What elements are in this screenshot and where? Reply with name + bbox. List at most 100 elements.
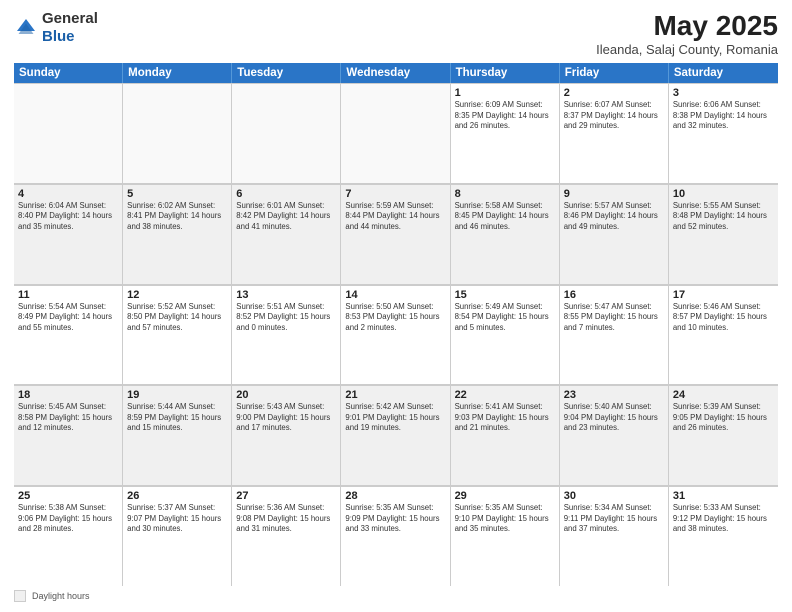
day-info: Sunrise: 5:51 AM Sunset: 8:52 PM Dayligh… bbox=[236, 302, 336, 334]
day-number: 12 bbox=[127, 289, 227, 301]
calendar-cell: 31Sunrise: 5:33 AM Sunset: 9:12 PM Dayli… bbox=[669, 486, 778, 586]
subtitle: Ileanda, Salaj County, Romania bbox=[596, 42, 778, 57]
day-number: 5 bbox=[127, 188, 227, 200]
day-info: Sunrise: 5:39 AM Sunset: 9:05 PM Dayligh… bbox=[673, 402, 774, 434]
calendar-cell: 26Sunrise: 5:37 AM Sunset: 9:07 PM Dayli… bbox=[123, 486, 232, 586]
calendar-cell: 24Sunrise: 5:39 AM Sunset: 9:05 PM Dayli… bbox=[669, 385, 778, 485]
calendar: SundayMondayTuesdayWednesdayThursdayFrid… bbox=[14, 63, 778, 602]
day-info: Sunrise: 5:34 AM Sunset: 9:11 PM Dayligh… bbox=[564, 503, 664, 535]
main-title: May 2025 bbox=[596, 10, 778, 42]
day-info: Sunrise: 5:37 AM Sunset: 9:07 PM Dayligh… bbox=[127, 503, 227, 535]
calendar-cell: 7Sunrise: 5:59 AM Sunset: 8:44 PM Daylig… bbox=[341, 184, 450, 284]
calendar-cell bbox=[14, 83, 123, 183]
calendar-cell bbox=[232, 83, 341, 183]
calendar-cell: 19Sunrise: 5:44 AM Sunset: 8:59 PM Dayli… bbox=[123, 385, 232, 485]
day-info: Sunrise: 5:52 AM Sunset: 8:50 PM Dayligh… bbox=[127, 302, 227, 334]
calendar-cell: 5Sunrise: 6:02 AM Sunset: 8:41 PM Daylig… bbox=[123, 184, 232, 284]
day-number: 31 bbox=[673, 490, 774, 502]
calendar-cell: 27Sunrise: 5:36 AM Sunset: 9:08 PM Dayli… bbox=[232, 486, 341, 586]
day-number: 14 bbox=[345, 289, 445, 301]
day-info: Sunrise: 6:09 AM Sunset: 8:35 PM Dayligh… bbox=[455, 100, 555, 132]
day-info: Sunrise: 5:58 AM Sunset: 8:45 PM Dayligh… bbox=[455, 201, 555, 233]
calendar-cell: 23Sunrise: 5:40 AM Sunset: 9:04 PM Dayli… bbox=[560, 385, 669, 485]
day-info: Sunrise: 5:50 AM Sunset: 8:53 PM Dayligh… bbox=[345, 302, 445, 334]
day-info: Sunrise: 5:36 AM Sunset: 9:08 PM Dayligh… bbox=[236, 503, 336, 535]
calendar-cell: 28Sunrise: 5:35 AM Sunset: 9:09 PM Dayli… bbox=[341, 486, 450, 586]
calendar-cell: 6Sunrise: 6:01 AM Sunset: 8:42 PM Daylig… bbox=[232, 184, 341, 284]
day-info: Sunrise: 5:46 AM Sunset: 8:57 PM Dayligh… bbox=[673, 302, 774, 334]
header-day-friday: Friday bbox=[560, 63, 669, 83]
day-number: 1 bbox=[455, 87, 555, 99]
calendar-cell: 29Sunrise: 5:35 AM Sunset: 9:10 PM Dayli… bbox=[451, 486, 560, 586]
day-info: Sunrise: 5:57 AM Sunset: 8:46 PM Dayligh… bbox=[564, 201, 664, 233]
day-info: Sunrise: 5:54 AM Sunset: 8:49 PM Dayligh… bbox=[18, 302, 118, 334]
calendar-cell bbox=[341, 83, 450, 183]
header: General Blue May 2025 Ileanda, Salaj Cou… bbox=[14, 10, 778, 57]
logo-general: General bbox=[42, 10, 98, 27]
day-info: Sunrise: 6:04 AM Sunset: 8:40 PM Dayligh… bbox=[18, 201, 118, 233]
day-number: 25 bbox=[18, 490, 118, 502]
day-number: 26 bbox=[127, 490, 227, 502]
calendar-cell: 13Sunrise: 5:51 AM Sunset: 8:52 PM Dayli… bbox=[232, 285, 341, 385]
calendar-cell: 2Sunrise: 6:07 AM Sunset: 8:37 PM Daylig… bbox=[560, 83, 669, 183]
legend-box bbox=[14, 590, 26, 602]
calendar-cell: 15Sunrise: 5:49 AM Sunset: 8:54 PM Dayli… bbox=[451, 285, 560, 385]
day-number: 8 bbox=[455, 188, 555, 200]
calendar-cell: 21Sunrise: 5:42 AM Sunset: 9:01 PM Dayli… bbox=[341, 385, 450, 485]
day-number: 6 bbox=[236, 188, 336, 200]
calendar-row: 1Sunrise: 6:09 AM Sunset: 8:35 PM Daylig… bbox=[14, 83, 778, 184]
day-number: 18 bbox=[18, 389, 118, 401]
header-day-monday: Monday bbox=[123, 63, 232, 83]
day-number: 3 bbox=[673, 87, 774, 99]
calendar-cell: 12Sunrise: 5:52 AM Sunset: 8:50 PM Dayli… bbox=[123, 285, 232, 385]
day-info: Sunrise: 5:43 AM Sunset: 9:00 PM Dayligh… bbox=[236, 402, 336, 434]
header-day-thursday: Thursday bbox=[451, 63, 560, 83]
calendar-header: SundayMondayTuesdayWednesdayThursdayFrid… bbox=[14, 63, 778, 83]
header-day-sunday: Sunday bbox=[14, 63, 123, 83]
day-info: Sunrise: 5:35 AM Sunset: 9:09 PM Dayligh… bbox=[345, 503, 445, 535]
calendar-cell: 4Sunrise: 6:04 AM Sunset: 8:40 PM Daylig… bbox=[14, 184, 123, 284]
day-info: Sunrise: 6:01 AM Sunset: 8:42 PM Dayligh… bbox=[236, 201, 336, 233]
day-number: 22 bbox=[455, 389, 555, 401]
calendar-cell: 1Sunrise: 6:09 AM Sunset: 8:35 PM Daylig… bbox=[451, 83, 560, 183]
day-number: 19 bbox=[127, 389, 227, 401]
day-info: Sunrise: 5:49 AM Sunset: 8:54 PM Dayligh… bbox=[455, 302, 555, 334]
calendar-cell: 25Sunrise: 5:38 AM Sunset: 9:06 PM Dayli… bbox=[14, 486, 123, 586]
calendar-cell: 10Sunrise: 5:55 AM Sunset: 8:48 PM Dayli… bbox=[669, 184, 778, 284]
day-number: 28 bbox=[345, 490, 445, 502]
day-info: Sunrise: 5:35 AM Sunset: 9:10 PM Dayligh… bbox=[455, 503, 555, 535]
day-number: 13 bbox=[236, 289, 336, 301]
day-number: 21 bbox=[345, 389, 445, 401]
day-number: 20 bbox=[236, 389, 336, 401]
header-day-wednesday: Wednesday bbox=[341, 63, 450, 83]
header-day-saturday: Saturday bbox=[669, 63, 778, 83]
calendar-cell: 8Sunrise: 5:58 AM Sunset: 8:45 PM Daylig… bbox=[451, 184, 560, 284]
calendar-cell: 22Sunrise: 5:41 AM Sunset: 9:03 PM Dayli… bbox=[451, 385, 560, 485]
day-info: Sunrise: 5:44 AM Sunset: 8:59 PM Dayligh… bbox=[127, 402, 227, 434]
day-number: 4 bbox=[18, 188, 118, 200]
day-info: Sunrise: 5:47 AM Sunset: 8:55 PM Dayligh… bbox=[564, 302, 664, 334]
day-info: Sunrise: 5:59 AM Sunset: 8:44 PM Dayligh… bbox=[345, 201, 445, 233]
calendar-body: 1Sunrise: 6:09 AM Sunset: 8:35 PM Daylig… bbox=[14, 83, 778, 586]
logo-blue: Blue bbox=[42, 28, 75, 45]
title-block: May 2025 Ileanda, Salaj County, Romania bbox=[596, 10, 778, 57]
day-number: 17 bbox=[673, 289, 774, 301]
calendar-cell: 16Sunrise: 5:47 AM Sunset: 8:55 PM Dayli… bbox=[560, 285, 669, 385]
legend-label: Daylight hours bbox=[32, 591, 90, 601]
calendar-cell: 30Sunrise: 5:34 AM Sunset: 9:11 PM Dayli… bbox=[560, 486, 669, 586]
header-day-tuesday: Tuesday bbox=[232, 63, 341, 83]
calendar-cell: 18Sunrise: 5:45 AM Sunset: 8:58 PM Dayli… bbox=[14, 385, 123, 485]
calendar-row: 4Sunrise: 6:04 AM Sunset: 8:40 PM Daylig… bbox=[14, 184, 778, 285]
calendar-row: 25Sunrise: 5:38 AM Sunset: 9:06 PM Dayli… bbox=[14, 486, 778, 586]
logo: General Blue bbox=[14, 10, 98, 46]
day-number: 9 bbox=[564, 188, 664, 200]
day-number: 24 bbox=[673, 389, 774, 401]
calendar-cell: 14Sunrise: 5:50 AM Sunset: 8:53 PM Dayli… bbox=[341, 285, 450, 385]
day-info: Sunrise: 5:40 AM Sunset: 9:04 PM Dayligh… bbox=[564, 402, 664, 434]
day-number: 30 bbox=[564, 490, 664, 502]
day-info: Sunrise: 5:42 AM Sunset: 9:01 PM Dayligh… bbox=[345, 402, 445, 434]
day-info: Sunrise: 5:38 AM Sunset: 9:06 PM Dayligh… bbox=[18, 503, 118, 535]
logo-icon bbox=[14, 16, 38, 40]
day-number: 11 bbox=[18, 289, 118, 301]
day-number: 29 bbox=[455, 490, 555, 502]
